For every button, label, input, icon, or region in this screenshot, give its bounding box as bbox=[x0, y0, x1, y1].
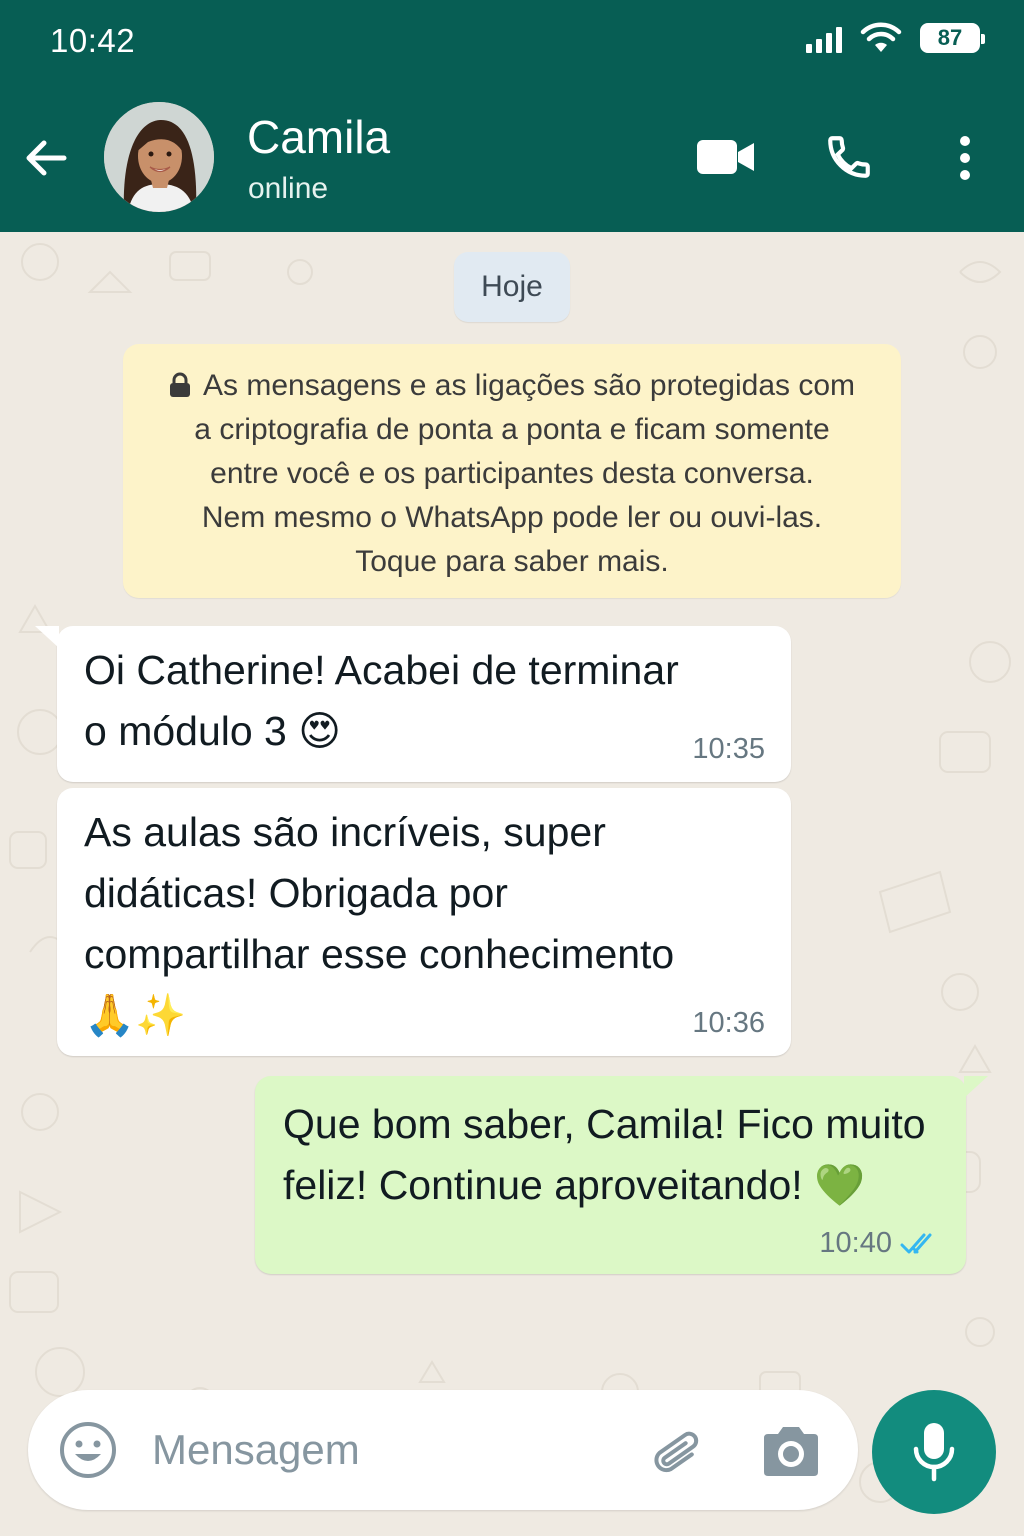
date-chip: Hoje bbox=[454, 252, 570, 322]
lock-icon bbox=[169, 372, 190, 397]
message-input[interactable] bbox=[152, 1420, 622, 1480]
message-bubble-incoming[interactable]: As aulas são incríveis, super didáticas!… bbox=[57, 788, 791, 1056]
status-icons: 87 bbox=[806, 22, 985, 54]
encryption-notice-text: As mensagens e as ligações são protegida… bbox=[202, 369, 856, 402]
message-line: compartilhar esse conhecimento bbox=[84, 931, 675, 977]
message-line: As aulas são incríveis, super bbox=[84, 809, 606, 855]
message-text: Oi Catherine! Acabei de terminar o módul… bbox=[84, 640, 679, 762]
signal-icon bbox=[806, 23, 842, 53]
contact-name[interactable]: Camila bbox=[247, 110, 390, 164]
bubble-tail bbox=[35, 626, 59, 648]
camera-icon[interactable] bbox=[760, 1424, 822, 1478]
message-time: 10:35 bbox=[692, 733, 765, 765]
message-text: As aulas são incríveis, super didáticas!… bbox=[84, 802, 674, 1046]
read-receipt-icon bbox=[900, 1233, 932, 1253]
avatar[interactable] bbox=[104, 102, 214, 212]
chat-area[interactable]: Hoje As mensagens e as ligações são prot… bbox=[0, 232, 1024, 1536]
message-line: Oi Catherine! Acabei de terminar bbox=[84, 647, 679, 693]
message-text: Que bom saber, Camila! Fico muito feliz!… bbox=[283, 1094, 926, 1216]
encryption-notice-line: Nem mesmo o WhatsApp pode ler ou ouvi-la… bbox=[201, 501, 823, 534]
battery-icon: 87 bbox=[920, 23, 985, 53]
message-line: didáticas! Obrigada por bbox=[84, 870, 508, 916]
encryption-notice[interactable]: As mensagens e as ligações são protegida… bbox=[123, 344, 901, 598]
mic-button[interactable] bbox=[872, 1390, 996, 1514]
message-time: 10:40 bbox=[819, 1227, 892, 1259]
message-line: o módulo 3 😍 bbox=[84, 708, 341, 754]
avatar-image bbox=[104, 102, 214, 212]
message-line: 🙏✨ bbox=[84, 992, 187, 1038]
composer-bar bbox=[28, 1390, 858, 1510]
message-bubble-incoming[interactable]: Oi Catherine! Acabei de terminar o módul… bbox=[35, 626, 791, 782]
encryption-notice-line: a criptografia de ponta a ponta e ficam … bbox=[194, 413, 830, 446]
message-bubble-outgoing[interactable]: Que bom saber, Camila! Fico muito feliz!… bbox=[255, 1076, 988, 1274]
message-time: 10:36 bbox=[692, 1007, 765, 1039]
phone-icon[interactable] bbox=[824, 132, 874, 182]
back-arrow-icon[interactable] bbox=[20, 132, 72, 184]
wifi-icon bbox=[860, 22, 902, 52]
bubble-tail bbox=[964, 1076, 988, 1098]
video-call-icon[interactable] bbox=[696, 138, 756, 176]
contact-status: online bbox=[248, 172, 329, 205]
status-bar: 10:42 87 bbox=[0, 0, 1024, 82]
message-meta: 10:40 bbox=[819, 1227, 940, 1260]
encryption-notice-line: entre você e os participantes desta conv… bbox=[210, 457, 814, 490]
attach-icon[interactable] bbox=[648, 1422, 708, 1482]
chat-header: Camila online bbox=[0, 82, 1024, 232]
encryption-notice-line: As mensagens e as ligações são protegida… bbox=[139, 364, 885, 408]
status-time: 10:42 bbox=[50, 22, 136, 59]
message-line: Que bom saber, Camila! Fico muito bbox=[283, 1101, 926, 1147]
emoji-icon[interactable] bbox=[58, 1420, 118, 1480]
more-vert-icon[interactable] bbox=[952, 134, 978, 182]
encryption-notice-link[interactable]: Toque para saber mais. bbox=[139, 540, 885, 584]
mic-icon bbox=[913, 1423, 955, 1482]
message-line: feliz! Continue aproveitando! 💚 bbox=[283, 1162, 866, 1208]
